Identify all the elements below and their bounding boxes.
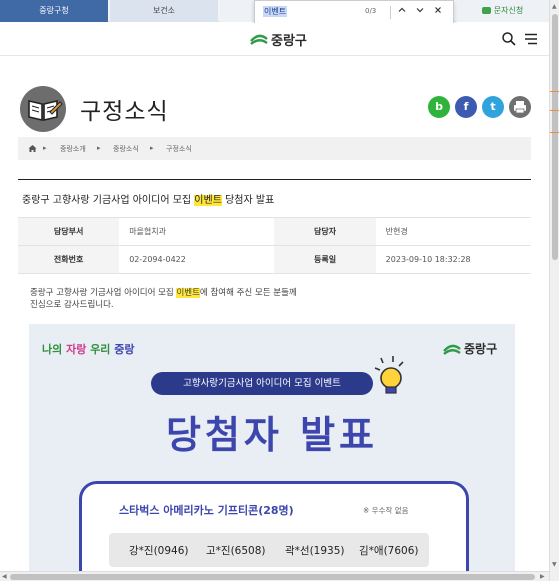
post-info-table: 담당부서 마을협치과 담당자 반현경 전화번호 02-2094-0422 등록일… [18,217,531,274]
body-text: 에 참여해 주신 모든 분들께 [199,288,297,298]
post-title: 중랑구 고향사랑 기금사업 아이디어 모집 이벤트 당첨자 발표 [22,191,274,206]
phone-value: 02-2094-0422 [119,245,275,274]
logo-text: 중랑구 [271,33,307,49]
scroll-left-icon[interactable]: ◀ [2,573,7,580]
table-row: 전화번호 02-2094-0422 등록일 2023-09-10 18:32:2… [18,245,531,274]
page-title: 구정소식 [80,99,169,125]
post-body: 중랑구 고향사랑 기금사업 아이디어 모집 이벤트에 참여해 주신 모든 분들께… [30,287,297,311]
prize-card: 스타벅스 아메리카노 기프티콘(28명) ※ 우수작 없음 강*진(0946) … [79,481,469,581]
tab-sms-request[interactable]: 문자신청 [456,0,549,22]
vertical-scrollbar[interactable]: ▲ ▼ [549,0,559,581]
find-divider [390,6,391,19]
slogan-word: 나의 [42,343,63,356]
prize-note: ※ 우수작 없음 [363,506,409,515]
print-icon[interactable] [509,96,531,118]
date-label: 등록일 [274,245,376,274]
message-icon [481,7,491,14]
facebook-icon[interactable]: f [455,96,477,118]
chevron-right-icon: ▸ [150,144,154,152]
chevron-right-icon: ▸ [43,144,47,152]
search-highlight: 이벤트 [176,288,200,298]
scroll-up-icon[interactable]: ▲ [552,3,557,10]
search-highlight: 이벤트 [194,195,222,206]
hamburger-menu-icon[interactable] [523,31,539,47]
home-icon[interactable] [28,144,37,153]
find-input[interactable]: 이벤트 [263,6,288,17]
find-match-count: 0/3 [365,7,377,15]
promo-logo-text: 중랑구 [464,342,498,356]
logo-mark-icon [443,344,461,355]
logo-mark-icon [250,34,268,45]
tab-health-center[interactable]: 보건소 [110,0,218,22]
post-body-line: 중랑구 고향사랑 기금사업 아이디어 모집 이벤트에 참여해 주신 모든 분들께 [30,287,297,299]
slogan: 나의 자랑 우리 중랑 [42,341,135,357]
list-item: 김*애(7606) [359,545,419,557]
breadcrumb-item[interactable]: 구정소식 [166,144,192,154]
horizontal-scrollbar[interactable]: ◀ ▶ [0,571,549,581]
search-icon[interactable] [501,31,517,47]
list-item: 곽*선(1935) [285,545,345,557]
title-divider [18,179,531,180]
dept-value: 마을협치과 [119,217,275,246]
body-text: 중랑구 고향사랑 기금사업 아이디어 모집 [30,288,177,298]
blog-icon[interactable]: b [428,96,450,118]
promo-image: 나의 자랑 우리 중랑 중랑구 고향사랑기금사업 아이디어 모집 이벤트 당첨자… [29,324,515,581]
site-logo[interactable]: 중랑구 [250,29,307,49]
find-match-marker [550,132,559,133]
prize-title: 스타벅스 아메리카노 기프티콘(28명) [119,504,294,517]
date-value: 2023-09-10 18:32:28 [375,245,531,274]
find-bar: 이벤트 0/3 [254,0,454,24]
breadcrumb-item[interactable]: 중랑소개 [60,144,86,154]
scroll-thumb[interactable] [10,574,535,580]
chevron-down-icon[interactable] [413,5,427,20]
breadcrumb-item[interactable]: 중랑소식 [113,144,139,154]
close-icon[interactable] [431,5,445,20]
promo-logo: 중랑구 [443,340,497,357]
list-item: 고*진(6508) [206,545,266,557]
tab-district-office[interactable]: 중랑구청 [0,0,108,22]
book-icon [20,86,66,132]
chevron-up-icon[interactable] [395,5,409,20]
event-label: 고향사랑기금사업 아이디어 모집 이벤트 [151,372,373,395]
slogan-word: 중랑 [114,343,135,356]
slogan-word: 우리 [90,343,111,356]
post-body-line: 진심으로 감사드립니다. [30,300,114,310]
phone-label: 전화번호 [18,245,120,274]
slogan-word: 자랑 [66,343,87,356]
post-title-prefix: 중랑구 고향사랑 기금사업 아이디어 모집 [22,195,195,206]
writer-value: 반현경 [375,217,531,246]
writer-label: 담당자 [274,217,376,246]
breadcrumb: ▸ 중랑소개 ▸ 중랑소식 ▸ 구정소식 [18,137,531,160]
chevron-right-icon: ▸ [97,144,101,152]
tab-sms-label: 문자신청 [493,6,524,15]
find-match-marker [550,91,559,92]
scroll-right-icon[interactable]: ▶ [540,573,545,580]
winners-list: 강*진(0946) 고*진(6508) 곽*선(1935) 김*애(7606) [109,533,429,567]
post-title-suffix: 당첨자 발표 [221,195,275,206]
lightbulb-icon [374,356,404,394]
site-header: 중랑구 [0,23,549,56]
dept-label: 담당부서 [18,217,120,246]
twitter-icon[interactable]: t [482,96,504,118]
find-match-marker [550,110,559,111]
winners-headline: 당첨자 발표 [165,413,379,457]
scroll-down-icon[interactable]: ▼ [552,561,557,568]
scroll-thumb[interactable] [552,14,558,260]
table-row: 담당부서 마을협치과 담당자 반현경 [18,217,531,246]
list-item: 강*진(0946) [129,545,189,557]
